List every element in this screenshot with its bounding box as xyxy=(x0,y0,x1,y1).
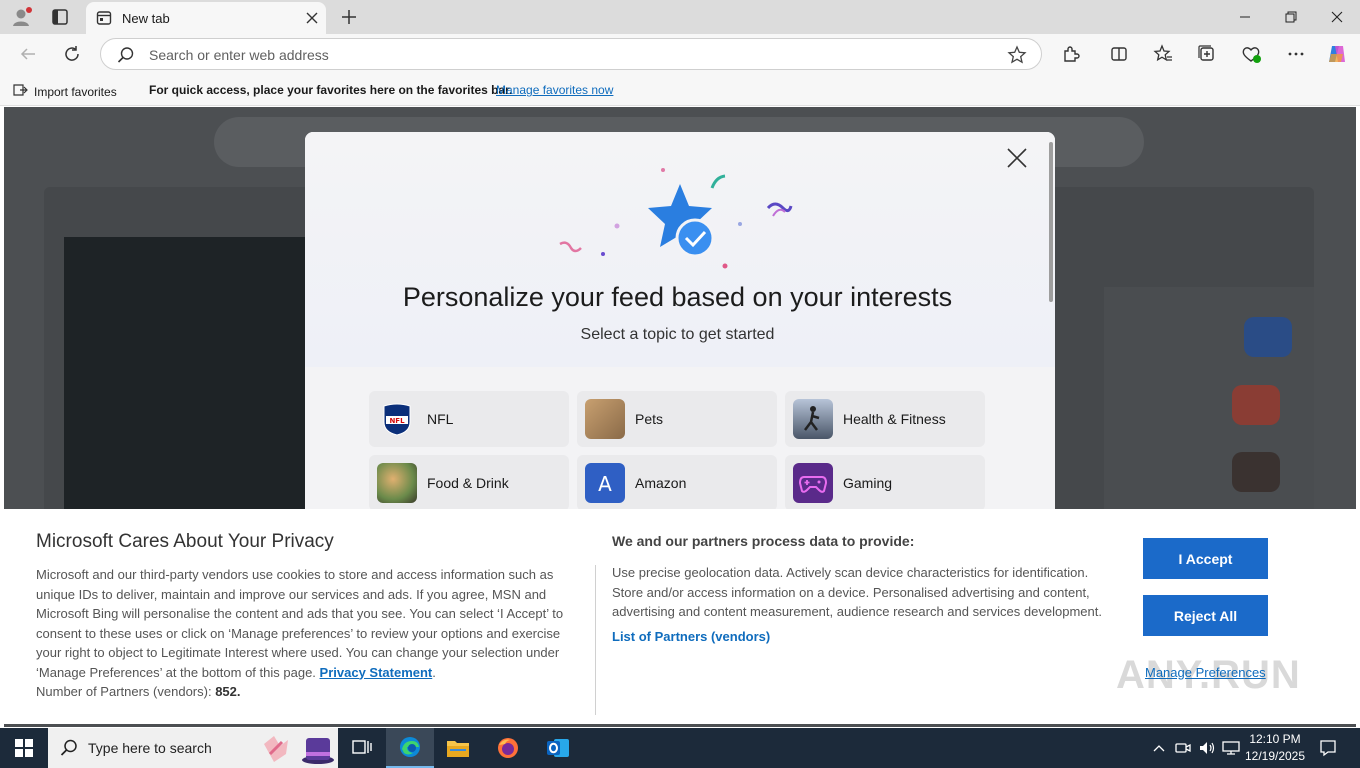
favorites-icon[interactable] xyxy=(1152,43,1174,65)
blurred-tile xyxy=(1244,317,1292,357)
interests-modal: Personalize your feed based on your inte… xyxy=(305,132,1055,532)
file-explorer-icon[interactable] xyxy=(434,728,482,768)
collections-icon[interactable] xyxy=(1196,43,1218,65)
close-tab-icon[interactable] xyxy=(298,4,326,32)
copilot-icon[interactable] xyxy=(1326,43,1348,65)
privacy-punct: . xyxy=(432,664,436,680)
browser-essentials-icon[interactable] xyxy=(1240,43,1262,65)
tab-strip: New tab xyxy=(0,0,1360,34)
data-purposes-text: Use precise geolocation data. Actively s… xyxy=(612,565,1102,619)
tab-new-tab[interactable]: New tab xyxy=(86,2,326,34)
topic-label: Pets xyxy=(635,411,664,427)
more-options-icon[interactable] xyxy=(1285,43,1307,65)
taskbar: Type here to search 12:10 PM 12/19/2025 xyxy=(0,728,1360,768)
tab-actions-icon[interactable] xyxy=(50,7,70,27)
topic-label: Gaming xyxy=(843,475,893,491)
browser-toolbar: Search or enter web address xyxy=(0,34,1360,74)
profile-icon[interactable] xyxy=(10,6,32,28)
close-icon[interactable] xyxy=(1005,146,1029,170)
clock-time: 12:10 PM xyxy=(1249,732,1301,746)
manage-favorites-link[interactable]: Manage favorites now xyxy=(496,83,613,97)
edge-taskbar-icon[interactable] xyxy=(386,728,434,768)
reject-all-button[interactable]: Reject All xyxy=(1143,595,1268,636)
topic-gaming[interactable]: Gaming xyxy=(785,455,985,511)
new-tab-icon xyxy=(96,10,112,26)
topic-label: NFL xyxy=(427,411,454,427)
health-fitness-icon xyxy=(793,399,833,439)
address-placeholder: Search or enter web address xyxy=(149,47,329,63)
close-window-button[interactable] xyxy=(1314,0,1360,34)
amazon-icon: A xyxy=(585,463,625,503)
accept-button[interactable]: I Accept xyxy=(1143,538,1268,579)
search-icon xyxy=(117,46,135,69)
topic-label: Food & Drink xyxy=(427,475,509,491)
modal-scrollbar[interactable] xyxy=(1049,142,1053,302)
partners-list-link[interactable]: List of Partners (vendors) xyxy=(612,629,770,644)
extensions-icon[interactable] xyxy=(1060,43,1082,65)
split-screen-icon[interactable] xyxy=(1108,43,1130,65)
new-tab-button[interactable] xyxy=(338,6,360,28)
data-purposes-title: We and our partners process data to prov… xyxy=(612,533,915,549)
privacy-title: Microsoft Cares About Your Privacy xyxy=(36,531,334,552)
start-button[interactable] xyxy=(0,728,48,768)
clock-date: 12/19/2025 xyxy=(1244,749,1306,763)
privacy-body-text: Microsoft and our third-party vendors us… xyxy=(36,567,564,680)
topic-amazon[interactable]: A Amazon xyxy=(577,455,777,511)
address-bar[interactable]: Search or enter web address xyxy=(100,38,1042,70)
restore-button[interactable] xyxy=(1268,0,1314,34)
search-icon xyxy=(60,739,78,757)
topic-health-fitness[interactable]: Health & Fitness xyxy=(785,391,985,447)
import-icon xyxy=(12,82,28,101)
import-favorites-label: Import favorites xyxy=(34,84,117,99)
partners-count: 852. xyxy=(215,684,241,699)
food-drink-icon xyxy=(377,463,417,503)
celebration-star-icon xyxy=(559,168,793,269)
system-clock[interactable]: 12:10 PM 12/19/2025 xyxy=(1244,731,1306,765)
blurred-tile xyxy=(1232,385,1280,425)
privacy-banner: Microsoft Cares About Your Privacy Micro… xyxy=(4,509,1356,724)
privacy-divider xyxy=(595,565,596,715)
minimize-button[interactable] xyxy=(1222,0,1268,34)
back-arrow-icon[interactable] xyxy=(17,43,39,65)
taskbar-search[interactable]: Type here to search xyxy=(48,728,338,768)
blurred-tile xyxy=(1232,452,1280,492)
svg-text:NFL: NFL xyxy=(389,417,405,425)
blurred-card xyxy=(64,237,314,527)
show-hidden-icons-icon[interactable] xyxy=(1150,728,1168,768)
topic-pets[interactable]: Pets xyxy=(577,391,777,447)
topic-label: Health & Fitness xyxy=(843,411,946,427)
topic-label: Amazon xyxy=(635,475,687,491)
notifications-icon[interactable] xyxy=(1316,728,1340,768)
taskbar-search-placeholder: Type here to search xyxy=(88,740,212,756)
privacy-statement-link[interactable]: Privacy Statement xyxy=(320,665,433,680)
refresh-icon[interactable] xyxy=(61,43,83,65)
gaming-icon xyxy=(793,463,833,503)
privacy-body: Microsoft and our third-party vendors us… xyxy=(36,565,576,702)
svg-text:A: A xyxy=(598,472,612,495)
modal-subtitle: Select a topic to get started xyxy=(580,326,775,343)
import-favorites-button[interactable]: Import favorites xyxy=(12,82,117,101)
favorites-bar: Import favorites For quick access, place… xyxy=(0,74,1360,106)
manage-preferences-link[interactable]: Manage Preferences xyxy=(1145,665,1266,680)
outlook-icon[interactable] xyxy=(534,728,582,768)
partners-count-label: Number of Partners (vendors): xyxy=(36,684,212,699)
meet-now-icon[interactable] xyxy=(1174,728,1192,768)
topic-food-drink[interactable]: Food & Drink xyxy=(369,455,569,511)
pets-icon xyxy=(585,399,625,439)
volume-icon[interactable] xyxy=(1196,728,1218,768)
search-highlight-icon xyxy=(260,732,336,768)
tab-title: New tab xyxy=(122,10,170,26)
windows-icon xyxy=(15,739,33,757)
firefox-icon[interactable] xyxy=(484,728,532,768)
favorite-star-icon[interactable] xyxy=(1007,45,1027,70)
favorites-bar-message: For quick access, place your favorites h… xyxy=(149,83,513,97)
modal-title: Personalize your feed based on your inte… xyxy=(402,282,953,312)
topic-nfl[interactable]: NFL NFL xyxy=(369,391,569,447)
task-view-icon[interactable] xyxy=(338,728,386,768)
network-icon[interactable] xyxy=(1220,728,1242,768)
nfl-icon: NFL xyxy=(377,399,417,439)
